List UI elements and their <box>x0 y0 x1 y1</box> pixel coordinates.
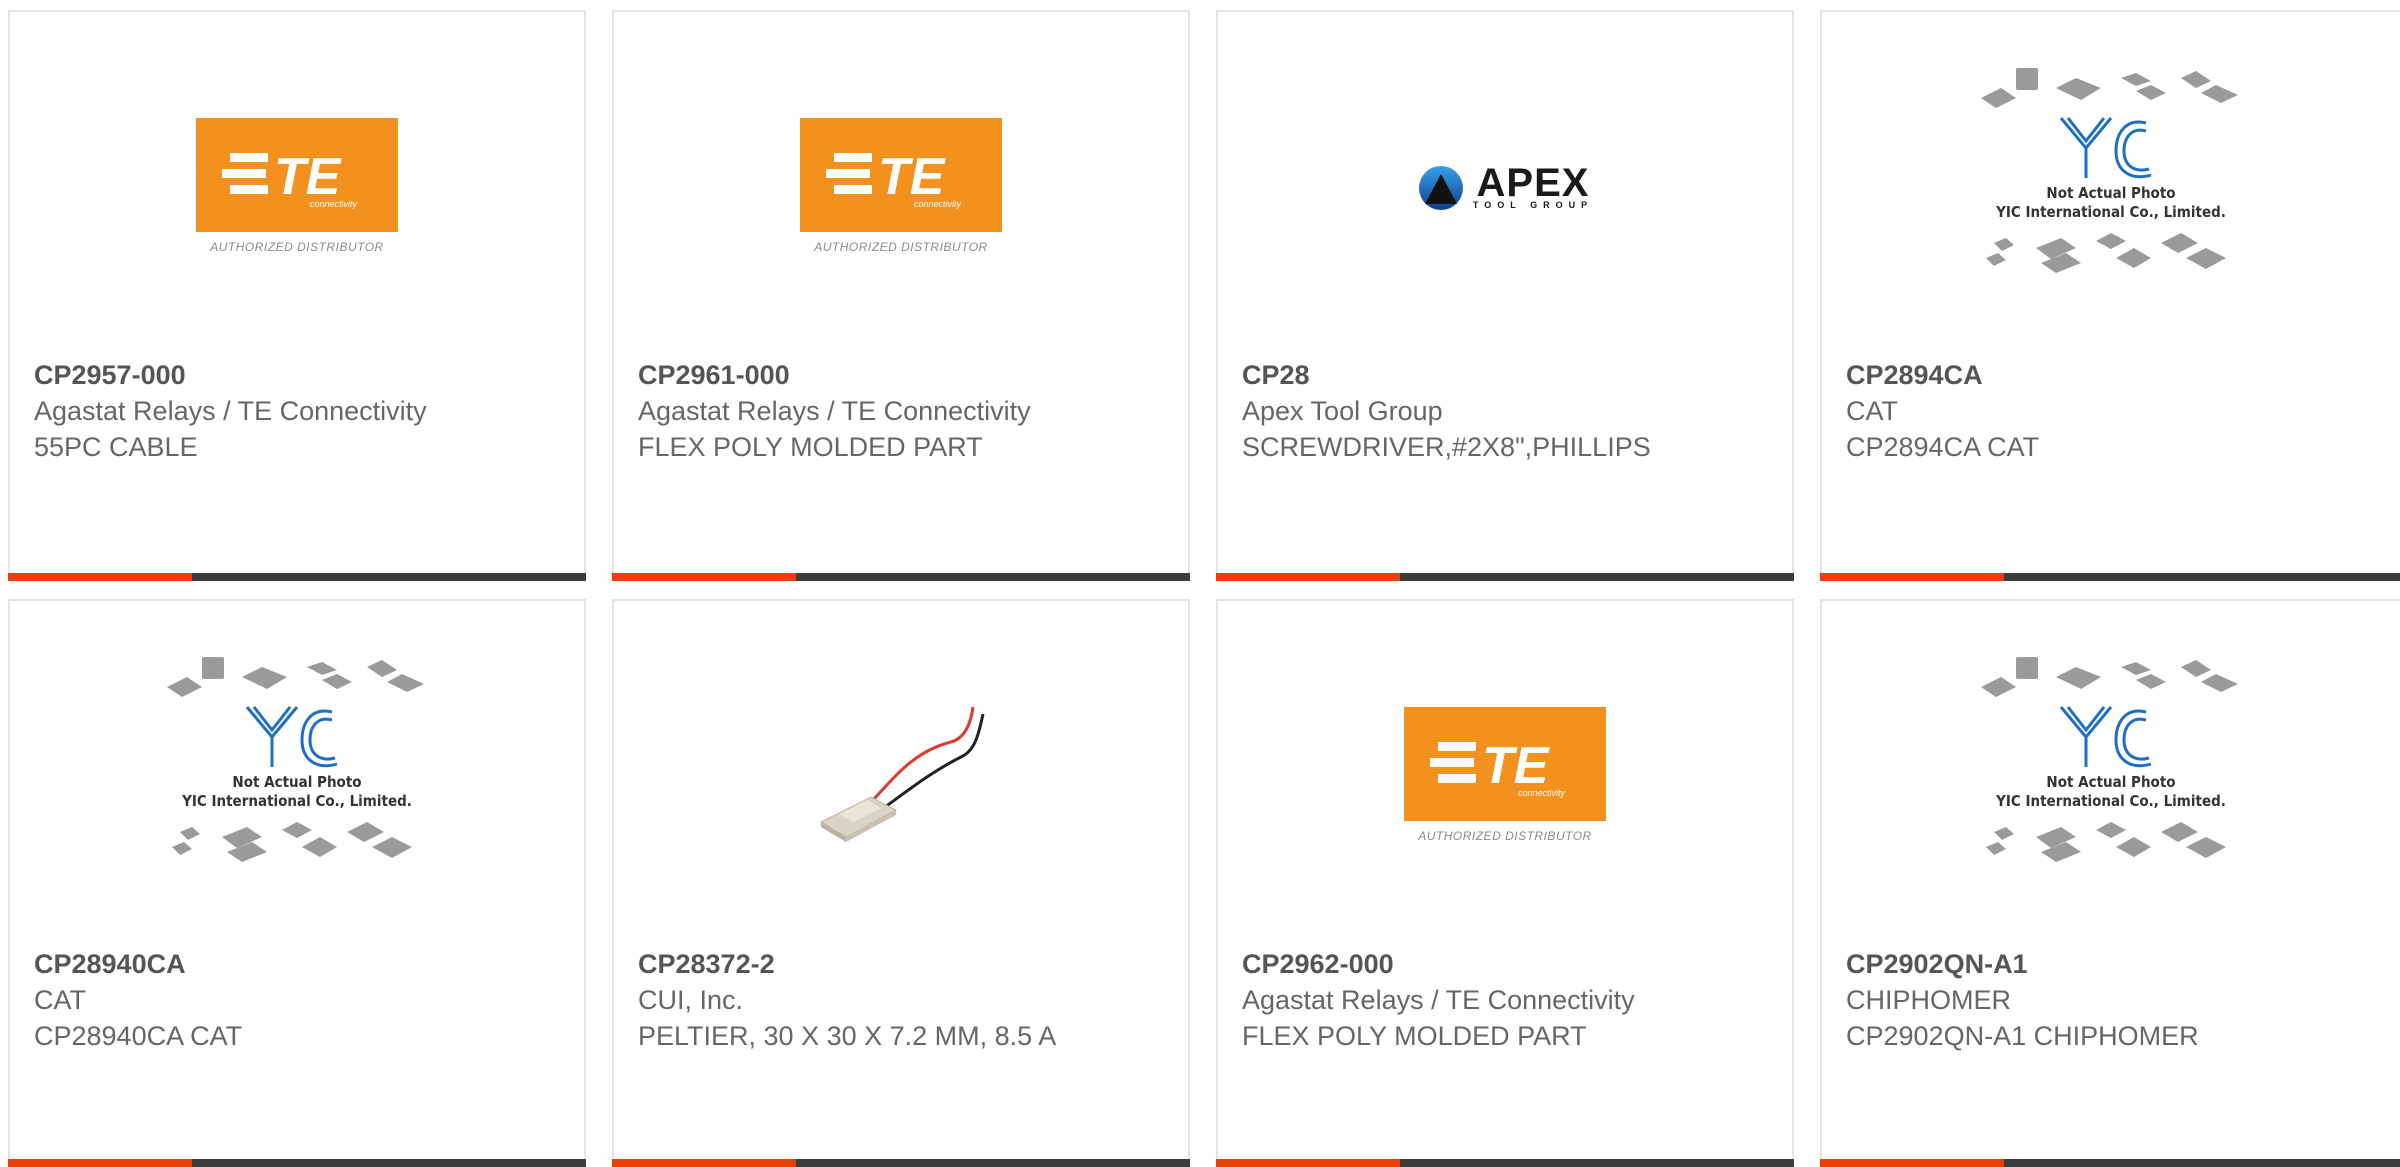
part-number[interactable]: CP28 <box>1242 357 1682 393</box>
product-card[interactable]: TE connectivity AUTHORIZED DISTRIBUTOR C… <box>612 10 1190 581</box>
svg-text:YIC International Co., Limited: YIC International Co., Limited. <box>181 792 412 810</box>
description: SCREWDRIVER,#2X8",PHILLIPS <box>1242 432 1651 462</box>
card-footer-bar <box>1216 573 1794 581</box>
manufacturer: Agastat Relays / TE Connectivity <box>1242 985 1635 1015</box>
svg-text:connectivity: connectivity <box>310 199 358 209</box>
card-footer-bar <box>612 1159 1190 1167</box>
product-image[interactable]: Not Actual Photo YIC International Co., … <box>1822 601 2400 943</box>
description: CP28940CA CAT <box>34 1021 243 1051</box>
card-footer-bar <box>1820 1159 2400 1167</box>
product-card[interactable]: APEX TOOL GROUP CP28 Apex Tool Group SCR… <box>1216 10 1794 581</box>
card-footer-bar <box>8 1159 586 1167</box>
product-card[interactable]: Not Actual Photo YIC International Co., … <box>1820 599 2400 1167</box>
part-number[interactable]: CP2957-000 <box>34 357 474 393</box>
svg-text:TE: TE <box>274 148 342 206</box>
manufacturer: CHIPHOMER <box>1846 985 2012 1015</box>
product-image[interactable]: TE connectivity AUTHORIZED DISTRIBUTOR <box>1218 601 1792 943</box>
manufacturer: CUI, Inc. <box>638 985 744 1015</box>
manufacturer: CAT <box>1846 396 1898 426</box>
description: FLEX POLY MOLDED PART <box>638 432 983 462</box>
card-footer-bar <box>1820 573 2400 581</box>
product-image[interactable]: TE connectivity AUTHORIZED DISTRIBUTOR <box>614 12 1188 354</box>
product-card[interactable]: Not Actual Photo YIC International Co., … <box>1820 10 2400 581</box>
manufacturer: CAT <box>34 985 86 1015</box>
product-card[interactable]: TE connectivity AUTHORIZED DISTRIBUTOR C… <box>8 10 586 581</box>
part-number[interactable]: CP2894CA <box>1846 357 2286 393</box>
manufacturer: Agastat Relays / TE Connectivity <box>34 396 427 426</box>
description: FLEX POLY MOLDED PART <box>1242 1021 1587 1051</box>
te-connectivity-logo: TE connectivity AUTHORIZED DISTRIBUTOR <box>196 118 398 254</box>
product-image[interactable]: TE connectivity AUTHORIZED DISTRIBUTOR <box>10 12 584 354</box>
svg-text:TE: TE <box>1482 737 1550 795</box>
apex-tool-group-logo: APEX TOOL GROUP <box>1417 161 1594 212</box>
svg-text:Not Actual Photo: Not Actual Photo <box>2046 184 2175 202</box>
apex-wordmark: APEX <box>1476 161 1590 205</box>
product-image[interactable]: APEX TOOL GROUP <box>1218 12 1792 354</box>
product-image[interactable]: Not Actual Photo YIC International Co., … <box>1822 12 2400 354</box>
svg-text:Not Actual Photo: Not Actual Photo <box>232 773 361 791</box>
not-actual-photo-placeholder: Not Actual Photo YIC International Co., … <box>167 657 424 862</box>
apex-globe-icon <box>1418 166 1463 210</box>
product-image[interactable]: Not Actual Photo YIC International Co., … <box>10 601 584 943</box>
manufacturer: Apex Tool Group <box>1242 396 1443 426</box>
part-number[interactable]: CP28372-2 <box>638 946 1078 982</box>
logo-caption: AUTHORIZED DISTRIBUTOR <box>814 240 988 254</box>
part-number[interactable]: CP2902QN-A1 <box>1846 946 2286 982</box>
peltier-module-photo <box>819 706 985 842</box>
not-actual-photo-placeholder: Not Actual Photo YIC International Co., … <box>1981 657 2238 862</box>
part-number[interactable]: CP28940CA <box>34 946 474 982</box>
product-card[interactable]: Not Actual Photo YIC International Co., … <box>8 599 586 1167</box>
product-card[interactable]: CP28372-2 CUI, Inc. PELTIER, 30 X 30 X 7… <box>612 599 1190 1167</box>
logo-caption: AUTHORIZED DISTRIBUTOR <box>1418 829 1592 843</box>
card-footer-bar <box>1216 1159 1794 1167</box>
svg-text:TE: TE <box>878 148 946 206</box>
description: CP2894CA CAT <box>1846 432 2040 462</box>
logo-caption: AUTHORIZED DISTRIBUTOR <box>210 240 384 254</box>
svg-text:connectivity: connectivity <box>914 199 962 209</box>
description: 55PC CABLE <box>34 432 198 462</box>
svg-text:Not Actual Photo: Not Actual Photo <box>2046 773 2175 791</box>
product-card[interactable]: TE connectivity AUTHORIZED DISTRIBUTOR C… <box>1216 599 1794 1167</box>
te-connectivity-logo: TE connectivity AUTHORIZED DISTRIBUTOR <box>1404 707 1606 843</box>
description: PELTIER, 30 X 30 X 7.2 MM, 8.5 A <box>638 1021 1057 1051</box>
te-connectivity-logo: TE connectivity AUTHORIZED DISTRIBUTOR <box>800 118 1002 254</box>
svg-text:connectivity: connectivity <box>1518 788 1566 798</box>
part-number[interactable]: CP2961-000 <box>638 357 1078 393</box>
svg-text:YIC International Co., Limited: YIC International Co., Limited. <box>1995 792 2226 810</box>
not-actual-photo-placeholder: Not Actual Photo YIC International Co., … <box>1981 68 2238 273</box>
description: CP2902QN-A1 CHIPHOMER <box>1846 1021 2199 1051</box>
product-image[interactable] <box>614 601 1188 943</box>
svg-text:YIC International Co., Limited: YIC International Co., Limited. <box>1995 203 2226 221</box>
card-footer-bar <box>612 573 1190 581</box>
part-number[interactable]: CP2962-000 <box>1242 946 1682 982</box>
apex-subtitle: TOOL GROUP <box>1472 200 1594 210</box>
card-footer-bar <box>8 573 586 581</box>
manufacturer: Agastat Relays / TE Connectivity <box>638 396 1031 426</box>
